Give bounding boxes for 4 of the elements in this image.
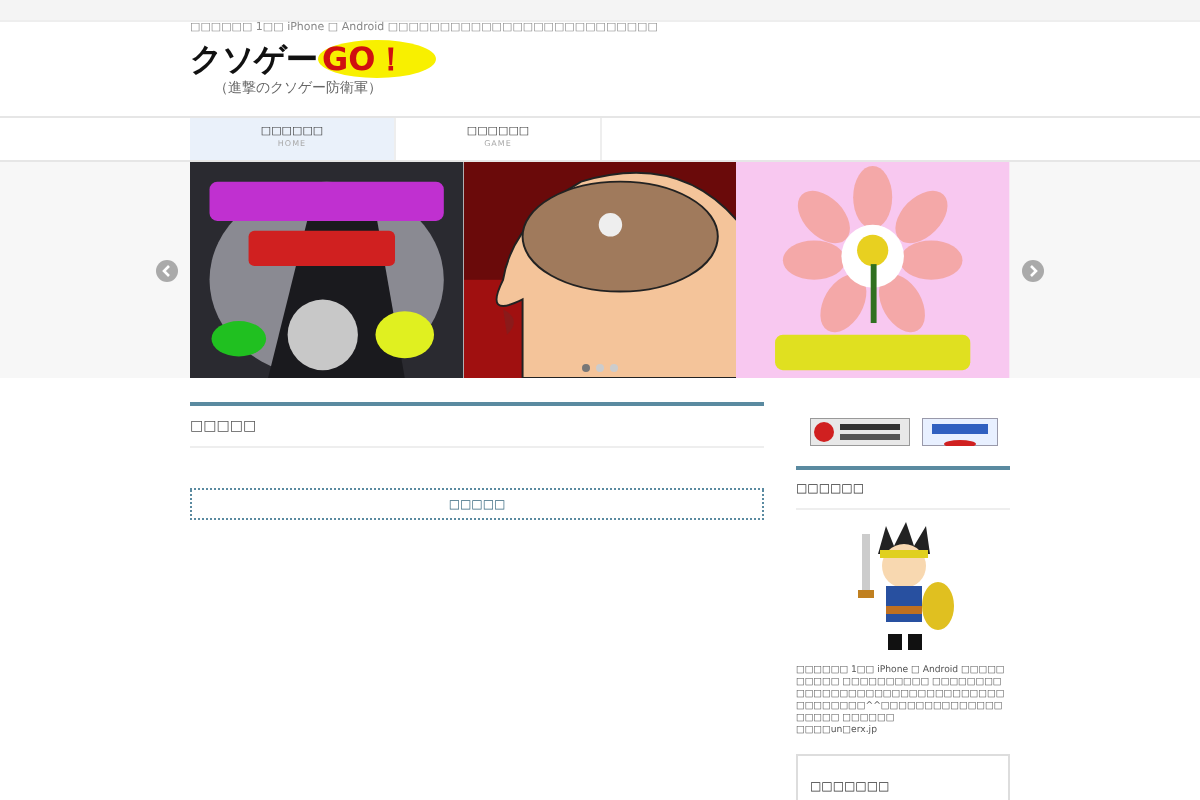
slide-dot[interactable] — [596, 364, 604, 372]
site-logo[interactable]: クソゲー GO！ — [190, 42, 1010, 78]
slide-dot[interactable] — [582, 364, 590, 372]
slide-dot[interactable] — [610, 364, 618, 372]
